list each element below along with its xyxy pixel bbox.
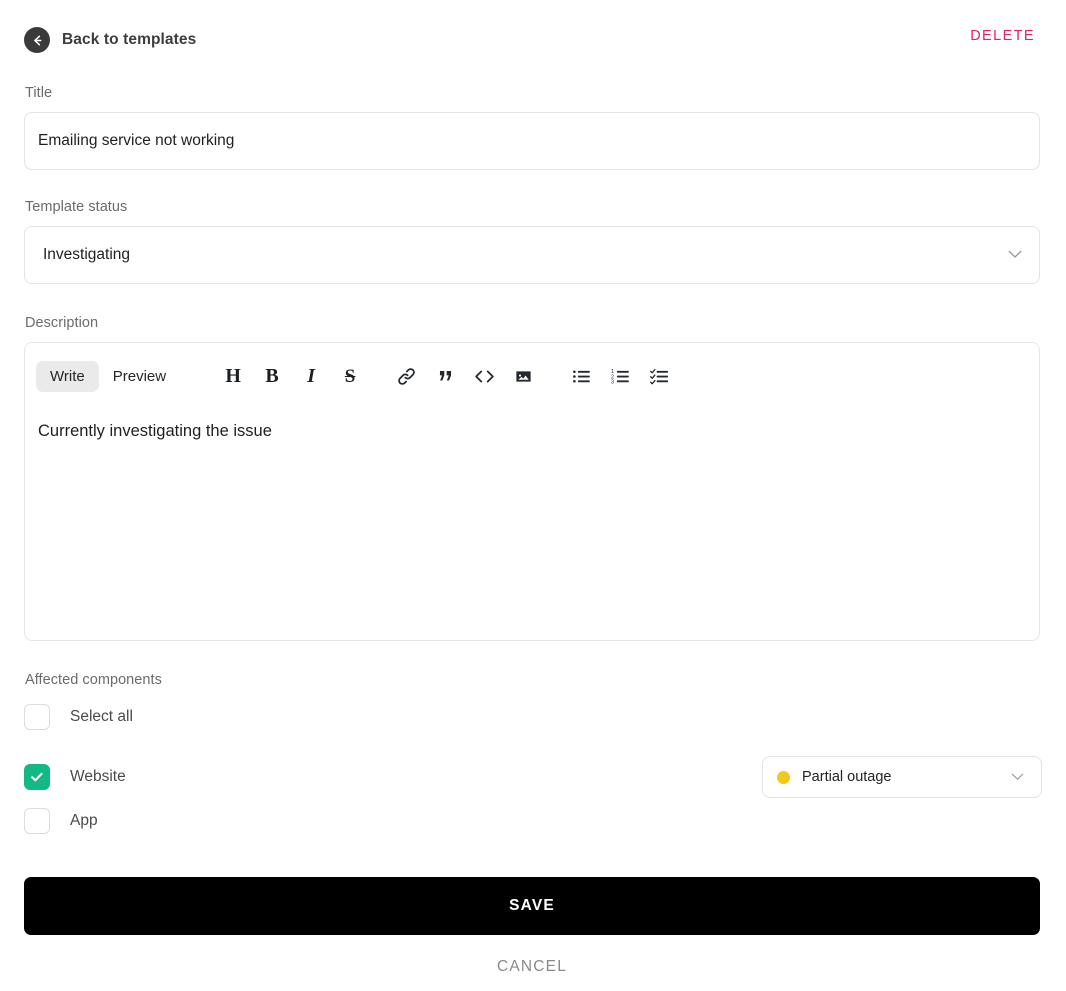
template-status-group: Template status Investigating [24,199,1042,284]
format-tool-group: H B I S [218,361,365,391]
title-label: Title [25,85,53,101]
link-icon[interactable] [391,361,421,391]
title-input[interactable] [24,112,1040,170]
ordered-list-icon[interactable]: 1 2 3 [605,361,635,391]
svg-text:3: 3 [611,379,614,385]
task-list-icon[interactable] [644,361,674,391]
image-icon[interactable] [508,361,538,391]
cancel-button[interactable]: CANCEL [24,957,1040,977]
tab-write[interactable]: Write [36,360,99,392]
template-status-value: Investigating [43,246,131,263]
delete-button[interactable]: DELETE [966,28,1039,44]
chevron-down-icon [1008,246,1022,264]
component-row-website: Website Partial outage [24,756,1042,798]
component-checkbox-website[interactable] [24,764,50,790]
component-status-value-website: Partial outage [802,769,892,785]
select-all-label: Select all [70,708,133,725]
component-row-app: App [24,806,1042,836]
italic-glyph: I [307,365,315,387]
template-status-select[interactable]: Investigating [24,226,1040,284]
list-tool-group: 1 2 3 [566,361,674,391]
description-editor: Write Preview H B I S 1 2 3 Currently in… [24,342,1040,641]
page-header: Back to templates DELETE [24,0,1042,64]
editor-toolbar: Write Preview H B I S 1 2 3 [25,343,1039,409]
tab-preview[interactable]: Preview [99,361,180,392]
component-label-website: Website [70,768,126,785]
strikethrough-icon[interactable]: S [335,361,365,391]
description-label: Description [25,315,99,331]
description-textarea[interactable]: Currently investigating the issue [25,409,1039,444]
quote-icon[interactable] [430,361,460,391]
affected-components-label: Affected components [25,672,162,688]
bold-glyph: B [265,365,279,387]
template-edit-page: Back to templates DELETE Title Template … [0,0,1066,991]
template-status-label: Template status [25,199,128,215]
italic-icon[interactable]: I [296,361,326,391]
save-button[interactable]: SAVE [24,877,1040,935]
component-status-select-website[interactable]: Partial outage [762,756,1042,798]
strikethrough-glyph: S [344,365,356,387]
affected-components-group: Affected components Select all Website P… [24,672,1042,836]
chevron-down-icon [1011,768,1024,786]
component-label-app: App [70,812,98,829]
back-to-templates-link[interactable]: Back to templates [24,27,196,53]
heading-glyph: H [225,365,241,387]
status-dot-icon [777,770,790,784]
bold-icon[interactable]: B [257,361,287,391]
select-all-checkbox[interactable] [24,704,50,730]
arrow-left-circle-icon [24,27,50,53]
description-group: Description Write Preview H B I S 1 2 3 … [24,315,1042,641]
component-checkbox-app[interactable] [24,808,50,834]
code-icon[interactable] [469,361,499,391]
select-all-row: Select all [24,702,1042,732]
insert-tool-group [391,361,538,391]
title-field-group: Title [24,85,1042,170]
heading-icon[interactable]: H [218,361,248,391]
description-body-text: Currently investigating the issue [38,422,272,440]
unordered-list-icon[interactable] [566,361,596,391]
back-link-label: Back to templates [62,31,197,48]
